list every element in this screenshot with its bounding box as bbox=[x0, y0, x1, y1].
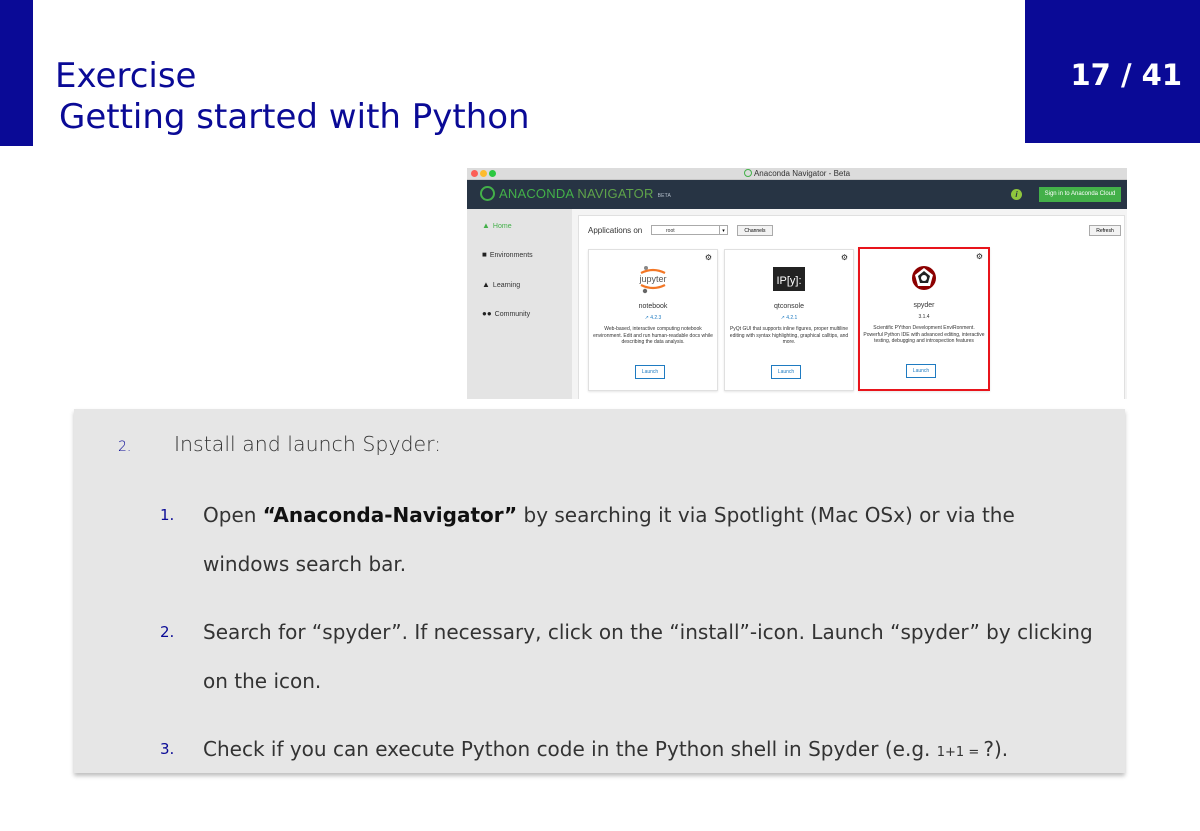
app-version: 3.1.4 bbox=[918, 314, 930, 320]
app-version: ↗ 4.2.1 bbox=[780, 315, 798, 321]
substep-2: 2. Search for “spyder”. If necessary, cl… bbox=[160, 608, 1100, 706]
svg-text:jupyter: jupyter bbox=[638, 274, 666, 284]
window-title: Anaconda Navigator - Beta bbox=[467, 168, 1127, 179]
info-icon[interactable]: i bbox=[1011, 189, 1022, 200]
page-number: 17 / 41 bbox=[1070, 58, 1183, 92]
step-heading: 2. Install and launch Spyder: bbox=[118, 432, 441, 456]
sidebar-item-environments[interactable]: ■ Environments bbox=[482, 250, 533, 259]
refresh-button[interactable]: Refresh bbox=[1089, 225, 1121, 236]
slide-title: Exercise Getting started with Python bbox=[55, 56, 530, 139]
launch-button[interactable]: Launch bbox=[906, 364, 936, 378]
ipython-logo-icon: IP[y]: bbox=[725, 264, 853, 294]
instructions-box: 2. Install and launch Spyder: 1. Open “An… bbox=[74, 409, 1125, 773]
gear-icon[interactable]: ⚙ bbox=[705, 253, 712, 262]
step-text: Install and launch Spyder: bbox=[174, 432, 442, 456]
app-version: ↗ 4.2.3 bbox=[644, 315, 662, 321]
cube-icon: ■ bbox=[482, 250, 487, 259]
left-accent-bar bbox=[0, 0, 33, 146]
substep-number: 1. bbox=[160, 506, 175, 524]
slide-title-line1: Exercise bbox=[55, 56, 197, 96]
app-card-spyder: ⚙ spyder 3.1.4 Scientific PYthon Develop… bbox=[858, 247, 990, 391]
sidebar-item-label: Environments bbox=[489, 252, 533, 259]
navigator-sidebar: ▲ Home ■ Environments ▲ Learning ●● Communit… bbox=[467, 209, 572, 399]
step-number: 2. bbox=[118, 439, 132, 455]
applications-panel: Applications on root ▾ Channels Refresh … bbox=[578, 215, 1125, 399]
substep-number: 3. bbox=[160, 740, 175, 758]
substep-text: Open “Anaconda-Navigator” by searching i… bbox=[203, 503, 1015, 576]
substep-text: Search for “spyder”. If necessary, click… bbox=[203, 620, 1093, 693]
sidebar-item-label: Learning bbox=[492, 282, 521, 289]
environment-select[interactable]: root bbox=[651, 225, 727, 235]
app-name-emphasis: “Anaconda-Navigator” bbox=[262, 503, 518, 527]
people-icon: ●● bbox=[482, 309, 492, 318]
sidebar-item-community[interactable]: ●● Community bbox=[482, 309, 530, 318]
spyder-logo-icon bbox=[860, 263, 988, 293]
sign-in-button[interactable]: Sign in to Anaconda Cloud bbox=[1039, 187, 1121, 202]
brand-anaconda: ANACONDA bbox=[499, 186, 574, 201]
substep-1: 1. Open “Anaconda-Navigator” by searchin… bbox=[160, 491, 1100, 589]
substep-3: 3. Check if you can execute Python code … bbox=[160, 725, 1100, 777]
svg-text:IP[y]:: IP[y]: bbox=[776, 275, 801, 287]
substep-text: Check if you can execute Python code in … bbox=[203, 737, 1009, 761]
brand-beta: BETA bbox=[657, 193, 672, 199]
app-name: qtconsole bbox=[774, 303, 804, 310]
app-description: Web-based, interactive computing noteboo… bbox=[593, 326, 713, 345]
app-name: notebook bbox=[638, 303, 668, 310]
page-number-box: 17 / 41 bbox=[1025, 0, 1200, 143]
anaconda-logo-icon bbox=[480, 186, 495, 201]
navigator-header: ANACONDA NAVIGATOR BETA i Sign in to Anac… bbox=[467, 180, 1127, 209]
window-titlebar: Anaconda Navigator - Beta bbox=[467, 168, 1127, 180]
gear-icon[interactable]: ⚙ bbox=[841, 253, 848, 262]
sidebar-item-label: Home bbox=[492, 223, 512, 230]
applications-on-label: Applications on bbox=[588, 226, 643, 235]
brand-navigator: NAVIGATOR bbox=[573, 186, 654, 201]
app-card-notebook: ⚙ jupyter notebook ↗ 4.2.3 Web-based, in… bbox=[588, 249, 718, 391]
sidebar-item-home[interactable]: ▲ Home bbox=[482, 221, 512, 230]
substep-number: 2. bbox=[160, 623, 175, 641]
launch-button[interactable]: Launch bbox=[771, 365, 801, 379]
app-description: PyQt GUI that supports inline figures, p… bbox=[729, 326, 849, 345]
slide-title-line2: Getting started with Python bbox=[59, 97, 530, 138]
home-icon: ▲ bbox=[482, 221, 490, 230]
jupyter-logo-icon: jupyter bbox=[589, 264, 717, 294]
app-description: Scientific PYthon Development EnviRonmen… bbox=[863, 325, 985, 344]
anaconda-navigator-screenshot: Anaconda Navigator - Beta ANACONDA NAVIG… bbox=[467, 168, 1127, 399]
sidebar-item-learning[interactable]: ▲ Learning bbox=[482, 280, 520, 289]
learning-icon: ▲ bbox=[482, 280, 490, 289]
chevron-down-icon[interactable]: ▾ bbox=[719, 225, 728, 235]
channels-button[interactable]: Channels bbox=[737, 225, 773, 236]
sidebar-item-label: Community bbox=[494, 311, 531, 318]
gear-icon[interactable]: ⚙ bbox=[976, 252, 983, 261]
anaconda-ring-icon bbox=[743, 169, 752, 177]
app-card-qtconsole: ⚙ IP[y]: qtconsole ↗ 4.2.1 PyQt GUI that… bbox=[724, 249, 854, 391]
launch-button[interactable]: Launch bbox=[635, 365, 665, 379]
anaconda-navigator-logo: ANACONDA NAVIGATOR BETA bbox=[480, 186, 671, 201]
app-name: spyder bbox=[913, 302, 935, 309]
